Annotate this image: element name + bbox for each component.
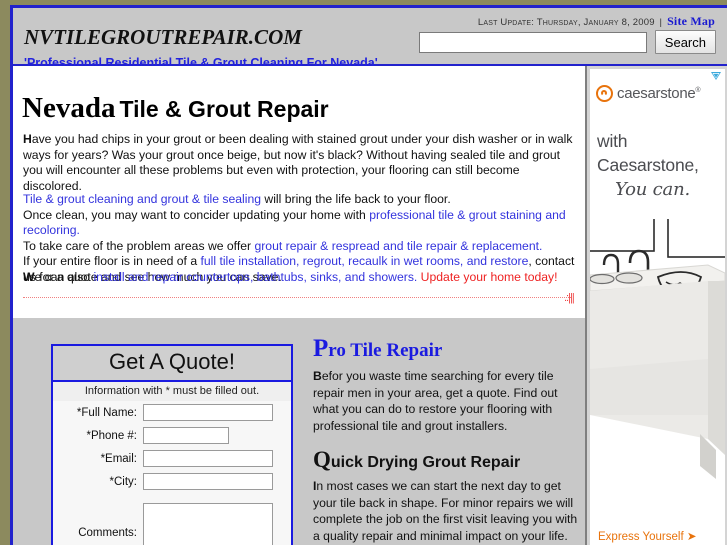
para2-text-1: will bring the life back to your floor. (261, 192, 451, 206)
paragraph-quick-drying: In most cases we can start the next day … (313, 478, 585, 544)
form-row-full-name: *Full Name: (53, 401, 291, 424)
link-tile-grout-cleaning[interactable]: Tile & grout cleaning and grout & tile s… (23, 192, 261, 206)
page-root: NVTILEGROUTREPAIR.COM 'Professional Resi… (0, 0, 727, 545)
form-row-email: *Email: (53, 447, 291, 470)
link-grout-repair-respread[interactable]: grout repair & respread and tile repair … (254, 239, 542, 253)
site-map-link[interactable]: Site Map (667, 14, 715, 28)
search-bar: Search (418, 30, 716, 54)
paragraph-pro-tile-repair: Befor you waste time searching for every… (313, 368, 585, 434)
heading-pro-rest: ro Tile Repair (328, 340, 443, 361)
header-separator: | (659, 17, 663, 28)
ad-tagline-line1: with (597, 131, 628, 151)
paragraph-quick-text: n most cases we can start the next day t… (313, 479, 578, 543)
caesarstone-ad[interactable]: caesarstone® with Caesarstone, You can. (590, 69, 725, 545)
heading-quick-cap: Q (313, 447, 331, 472)
heading-pro-cap: P (313, 335, 329, 362)
ad-tagline: with Caesarstone, You can. (597, 129, 699, 202)
last-update-text: Last Update: Thursday, January 8, 2009 (477, 17, 655, 28)
ad-kitchen-illustration (590, 219, 725, 509)
ad-cta-link[interactable]: Express Yourself ➤ (598, 529, 697, 543)
label-city: *City: (109, 475, 137, 488)
quote-form: Get A Quote! Information with * must be … (51, 344, 293, 545)
input-full-name[interactable] (143, 404, 273, 421)
lower-panel: Get A Quote! Information with * must be … (13, 318, 585, 545)
search-button[interactable]: Search (654, 30, 716, 54)
heading-quick-rest: uick Drying Grout Repair (330, 454, 521, 471)
section-divider (23, 297, 571, 298)
quote-form-title: Get A Quote! (53, 346, 291, 382)
site-frame: NVTILEGROUTREPAIR.COM 'Professional Resi… (10, 5, 727, 545)
caesarstone-spiral-icon (596, 85, 613, 102)
ad-tagline-line2: Caesarstone, (597, 155, 699, 175)
ad-tagline-line3: You can. (615, 179, 690, 200)
divider-end-glyph: .:||| (564, 292, 575, 304)
input-comments[interactable] (143, 503, 273, 545)
intro-paragraph-1-text: ave you had chips in your grout or been … (23, 132, 573, 193)
editorial-column: Pro Tile Repair Befor you waste time sea… (313, 335, 585, 545)
dropcap-b: B (313, 369, 322, 383)
intro-paragraph-1: Have you had chips in your grout or been… (23, 132, 575, 194)
para2-text-4: If your entire floor is in need of a (23, 254, 201, 269)
page-title: Nevada Tile & Grout Repair (22, 92, 329, 125)
adchoices-icon[interactable] (710, 71, 722, 82)
link-update-your-home[interactable]: Update your home today! (417, 270, 558, 284)
heading-quick-drying-grout-repair: Quick Drying Grout Repair (313, 447, 585, 473)
input-city[interactable] (143, 473, 273, 490)
input-phone[interactable] (143, 427, 229, 444)
site-title: NVTILEGROUTREPAIR.COM (24, 25, 302, 49)
site-header: NVTILEGROUTREPAIR.COM 'Professional Resi… (13, 8, 727, 70)
last-update-row: Last Update: Thursday, January 8, 2009 |… (478, 14, 715, 29)
label-full-name: *Full Name: (76, 406, 137, 419)
dropcap-w: W (23, 270, 35, 284)
input-email[interactable] (143, 450, 273, 467)
paragraph-pro-text: efor you waste time searching for every … (313, 369, 558, 433)
page-title-serif: Nevada (22, 92, 116, 124)
para2-text-3: To take care of the problem areas we off… (23, 238, 255, 253)
intro-paragraph-3: We can also install and repair counterto… (23, 270, 575, 286)
trademark-symbol: ® (695, 87, 701, 94)
heading-pro-tile-repair: Pro Tile Repair (313, 335, 585, 362)
form-row-comments: Comments: (53, 493, 291, 545)
intro-section: Nevada Tile & Grout Repair Have you had c… (13, 66, 585, 318)
caesarstone-brand-text: caesarstone (617, 85, 696, 102)
label-phone: *Phone #: (86, 429, 137, 442)
dropcap-h: H (23, 132, 32, 146)
para3-text-1: e can also (34, 270, 94, 284)
search-input[interactable] (418, 31, 647, 53)
form-row-city: *City: (53, 470, 291, 493)
quote-form-note: Information with * must be filled out. (53, 382, 291, 401)
advertisement-column[interactable]: caesarstone® with Caesarstone, You can. (585, 66, 727, 545)
para2-text-2: Once clean, you may want to concider upd… (23, 207, 370, 222)
page-title-sans: Tile & Grout Repair (119, 96, 329, 122)
caesarstone-wordmark: caesarstone® (617, 85, 701, 102)
form-row-phone: *Phone #: (53, 424, 291, 447)
label-comments: Comments: (78, 527, 137, 539)
link-full-installation[interactable]: full tile installation, regrout, recaulk… (201, 254, 529, 268)
label-email: *Email: (100, 452, 137, 465)
link-countertops-bathtubs[interactable]: install and repair countertops, bathtubs… (93, 270, 417, 284)
caesarstone-logo: caesarstone® (596, 85, 701, 102)
